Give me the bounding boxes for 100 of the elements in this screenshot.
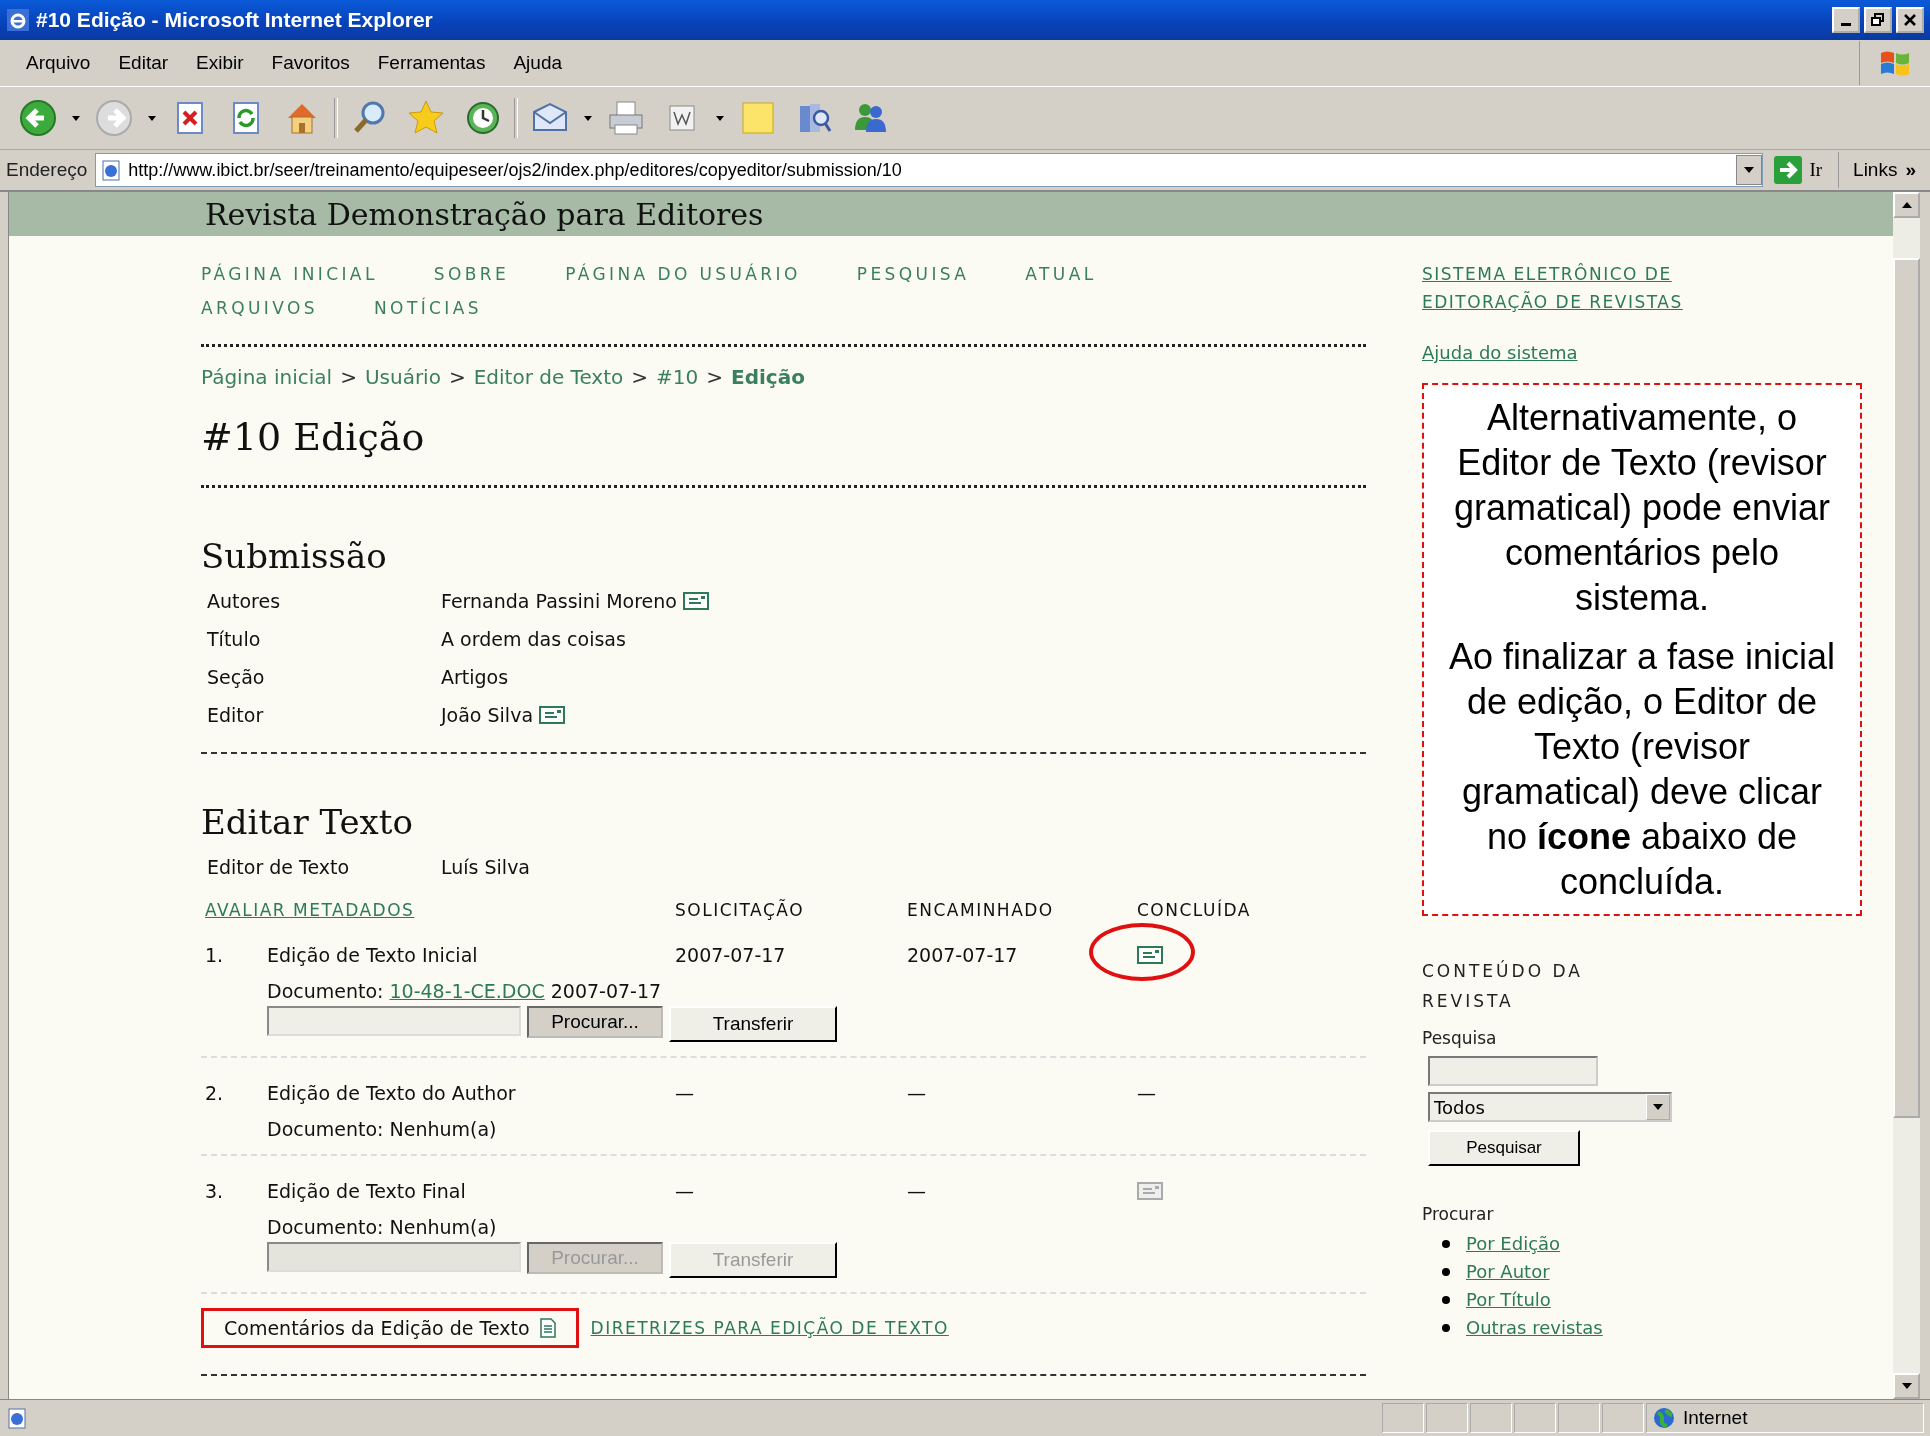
- date-cell-text: 2007-07-17: [907, 944, 1019, 966]
- step-number: 1.: [205, 944, 225, 966]
- nav-link[interactable]: ATUAL: [1025, 264, 1097, 284]
- column-header: ENCAMINHADO: [907, 900, 1055, 920]
- scroll-down-button[interactable]: [1893, 1373, 1920, 1399]
- breadcrumb-link[interactable]: Usuário: [364, 365, 441, 389]
- breadcrumb-separator: >: [448, 365, 466, 389]
- address-field[interactable]: http://www.ibict.br/seer/treinamento/equipeseer/ojs2/index.php/editores/copyeditor/submission/10: [95, 153, 1764, 187]
- nav-link[interactable]: NOTÍCIAS: [374, 298, 482, 318]
- field-label: Editor: [207, 704, 265, 726]
- menu-item[interactable]: Arquivo: [12, 52, 105, 74]
- breadcrumb-separator: >: [706, 365, 723, 389]
- scroll-thumb[interactable]: [1893, 258, 1920, 1118]
- printer-icon: [606, 98, 646, 138]
- system-link[interactable]: SISTEMA ELETRÔNICO DE EDITORAÇÃO DE REVISTAS: [1422, 260, 1722, 316]
- status-pane: [1558, 1403, 1600, 1433]
- minimize-button[interactable]: [1832, 7, 1860, 33]
- field-value: Fernanda Passini Moreno: [441, 590, 677, 612]
- nav-link[interactable]: SOBRE: [433, 264, 510, 284]
- field-label: Autores: [207, 590, 282, 612]
- browse-link[interactable]: Por Autor: [1466, 1258, 1550, 1286]
- close-icon: [1903, 13, 1917, 27]
- breadcrumb-link[interactable]: Edição: [731, 365, 805, 389]
- date-cell-text: 2007-07-17: [675, 944, 787, 966]
- minimize-icon: [1841, 22, 1851, 26]
- status-pane: [1514, 1403, 1556, 1433]
- nav-link[interactable]: ARQUIVOS: [201, 298, 318, 318]
- document-value: Nenhum(a): [389, 1118, 497, 1140]
- dropdown-caret-icon: [716, 115, 724, 121]
- field-label: Seção: [207, 666, 266, 688]
- step-number: 3.: [205, 1180, 225, 1202]
- menu-item[interactable]: Exibir: [182, 52, 258, 74]
- breadcrumb-link[interactable]: Página inicial: [201, 365, 333, 389]
- caret-icon: [1653, 1104, 1663, 1110]
- field-value: João Silva: [441, 704, 534, 726]
- help-link[interactable]: Ajuda do sistema: [1422, 342, 1578, 363]
- nav-link[interactable]: PÁGINA INICIAL: [201, 264, 378, 284]
- date-cell-text: —: [675, 1082, 695, 1104]
- zone-label: Internet: [1683, 1407, 1748, 1429]
- column-header: SOLICITAÇÃO: [675, 900, 806, 920]
- file-path-field[interactable]: [267, 1006, 521, 1036]
- upload-button[interactable]: Transferir: [669, 1006, 837, 1042]
- address-dropdown-button[interactable]: [1736, 155, 1763, 185]
- vertical-scrollbar[interactable]: [1893, 192, 1920, 1399]
- callout-text: Alternativamente, o Editor de Texto (revisor gramatical) pode enviar comentários pelo sistema.: [1452, 396, 1832, 620]
- nav-link[interactable]: PÁGINA DO USUÁRIO: [565, 264, 801, 284]
- field-label: Editor de Texto: [207, 856, 351, 878]
- menu-item[interactable]: Favoritos: [257, 52, 364, 74]
- journal-title: Revista Demonstração para Editores: [205, 196, 764, 232]
- search-field[interactable]: [1428, 1056, 1598, 1086]
- step-name: Edição de Texto Final: [267, 1180, 467, 1202]
- dropdown-arrow-button[interactable]: [1646, 1094, 1670, 1120]
- breadcrumb-separator: >: [340, 365, 357, 389]
- document-date: 2007-07-17: [549, 980, 662, 1002]
- restore-icon: [1871, 13, 1885, 27]
- block-title: CONTEÚDO DA REVISTA: [1422, 959, 1584, 1013]
- bullet-icon: [1442, 1240, 1450, 1248]
- nav-link[interactable]: PESQUISA: [856, 264, 970, 284]
- breadcrumb-separator: >: [631, 365, 649, 389]
- field-label: Título: [207, 628, 262, 650]
- bullet-icon: [1442, 1296, 1450, 1304]
- breadcrumb-link[interactable]: #10: [656, 365, 699, 389]
- caret-icon: [1901, 1383, 1912, 1389]
- metadata-link[interactable]: AVALIAR METADADOS: [205, 900, 675, 920]
- field-value: Artigos: [441, 666, 509, 688]
- address-label: Endereço: [6, 159, 88, 181]
- block-title: Procurar: [1422, 1204, 1494, 1224]
- breadcrumb-link[interactable]: Editor de Texto: [473, 365, 624, 389]
- menu-item[interactable]: Ferramentas: [363, 52, 500, 74]
- browse-link[interactable]: Por Edição: [1466, 1230, 1561, 1258]
- search-label: Pesquisa: [1422, 1028, 1497, 1048]
- browse-link[interactable]: Por Título: [1466, 1286, 1551, 1314]
- step-number: 2.: [205, 1082, 225, 1104]
- document-label: Documento:: [267, 1118, 385, 1140]
- column-header: CONCLUÍDA: [1137, 900, 1252, 920]
- date-cell-text: —: [907, 1180, 927, 1202]
- status-pane: [1470, 1403, 1512, 1433]
- links-button[interactable]: Links »: [1847, 152, 1924, 188]
- status-pane: [1382, 1403, 1424, 1433]
- guidelines-link[interactable]: DIRETRIZES PARA EDIÇÃO DE TEXTO: [590, 1318, 949, 1338]
- restore-button[interactable]: [1864, 7, 1892, 33]
- go-button[interactable]: Ir: [1771, 152, 1840, 188]
- menu-item[interactable]: Ajuda: [499, 52, 577, 74]
- browse-link[interactable]: Outras revistas: [1466, 1314, 1603, 1342]
- caret-icon: [1901, 202, 1912, 208]
- browse-button[interactable]: Procurar...: [527, 1006, 663, 1038]
- menu-item[interactable]: Editar: [104, 52, 183, 74]
- page-icon: [100, 159, 123, 181]
- section-heading: Submissão: [201, 536, 388, 576]
- field-value: Luís Silva: [441, 856, 532, 878]
- document-link[interactable]: 10-48-1-CE.DOC: [389, 980, 545, 1002]
- close-button[interactable]: [1896, 7, 1924, 33]
- scope-dropdown[interactable]: Todos: [1428, 1092, 1672, 1122]
- document-value: Nenhum(a): [389, 1216, 497, 1238]
- caret-icon: [1744, 167, 1755, 173]
- scroll-up-button[interactable]: [1893, 192, 1920, 218]
- document-label: Documento:: [267, 980, 385, 1002]
- callout-text: Ao finalizar a fase inicial de edição, o Editor de Texto (revisor gramatical) deve clicar no ícone abaixo de concluída.: [1448, 635, 1836, 904]
- comments-label: Comentários da Edição de Texto: [224, 1317, 530, 1339]
- search-button[interactable]: Pesquisar: [1428, 1130, 1580, 1166]
